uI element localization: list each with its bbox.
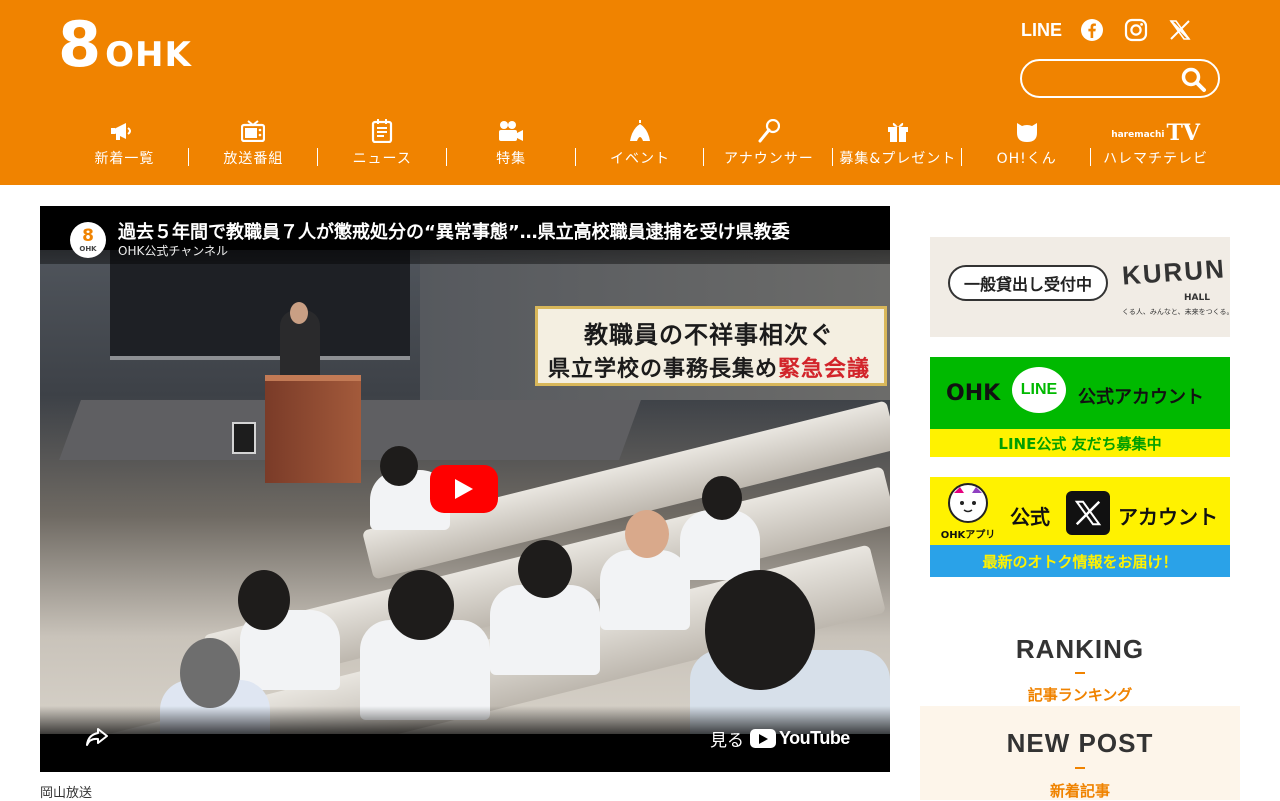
nav-item-programs[interactable]: 放送番組 <box>189 118 318 170</box>
kurun-hall-banner[interactable]: 一般貸出し受付中 KURUN HALL くる人、みんなと、未来をつくる。 <box>930 237 1230 337</box>
nav-label: 特集 <box>496 151 527 167</box>
nav-label: ハレマチテレビ <box>1103 151 1209 167</box>
x-icon[interactable] <box>1166 16 1194 44</box>
gift-icon <box>885 118 911 144</box>
tv-icon <box>240 118 266 144</box>
watch-label: 見る <box>710 731 744 751</box>
youtube-logo: YouTube <box>750 728 850 749</box>
nav-label: アナウンサー <box>724 151 814 167</box>
video-channel-name[interactable]: OHK公式チャンネル <box>118 242 228 259</box>
nav-label: 放送番組 <box>223 151 284 167</box>
nav-item-announcers[interactable]: アナウンサー <box>704 118 834 170</box>
search-input[interactable] <box>1034 67 1184 91</box>
logo-text: OHK <box>105 35 192 75</box>
haremachi-tv-logo: haremachi TV <box>1111 120 1200 146</box>
microphone-icon <box>756 118 782 144</box>
line-icon: LINE <box>1012 367 1066 413</box>
mascot-icon <box>1014 118 1040 144</box>
x-icon <box>1066 491 1110 535</box>
nav-item-presents[interactable]: 募集&プレゼント <box>833 118 963 170</box>
instagram-icon[interactable] <box>1122 16 1150 44</box>
nav-label: イベント <box>610 151 670 167</box>
site-header: 8 OHK LINE 新着一覧 放送番組 ニュース 特集 イベント アナウンサー… <box>0 0 1280 185</box>
ohk-logo[interactable]: 8 OHK <box>58 14 192 76</box>
news-caption: 教職員の不祥事相次ぐ 県立学校の事務長集め緊急会議 <box>535 306 887 386</box>
x-account-banner[interactable]: OHKアプリ 公式 アカウント 最新のオトク情報をお届け！ <box>930 477 1230 577</box>
search-box <box>1020 59 1220 98</box>
ranking-subheading: 記事ランキング <box>1027 686 1133 704</box>
caption-line-2: 県立学校の事務長集め緊急会議 <box>548 357 871 382</box>
tent-icon <box>627 118 653 144</box>
new-post-subheading: 新着記事 <box>1049 782 1110 800</box>
channel-avatar[interactable]: 8 OHK <box>70 222 106 258</box>
youtube-play-icon <box>750 729 776 748</box>
nav-item-news-list[interactable]: 新着一覧 <box>60 118 189 170</box>
ranking-heading: RANKING <box>1015 634 1145 664</box>
new-post-heading: NEW POST <box>1006 728 1154 758</box>
nav-item-news[interactable]: ニュース <box>318 118 447 170</box>
watch-on-youtube[interactable]: 見る YouTube <box>710 726 850 751</box>
nav-label: 募集&プレゼント <box>839 151 957 167</box>
play-button[interactable] <box>430 465 498 513</box>
video-camera-icon <box>498 118 524 144</box>
youtube-embed[interactable]: 教職員の不祥事相次ぐ 県立学校の事務長集め緊急会議 8 OHK 過去５年間で教職… <box>40 206 890 772</box>
mascot-icon <box>948 483 988 523</box>
caption-line-1: 教職員の不祥事相次ぐ <box>584 321 834 349</box>
newspaper-icon <box>369 118 395 144</box>
main-nav: 新着一覧 放送番組 ニュース 特集 イベント アナウンサー 募集&プレゼント O… <box>60 118 1220 170</box>
play-icon <box>455 479 473 499</box>
nav-item-events[interactable]: イベント <box>576 118 705 170</box>
nav-label: 新着一覧 <box>94 151 155 167</box>
ohk-app-icon: OHKアプリ <box>940 483 996 543</box>
megaphone-icon <box>111 118 137 144</box>
nav-item-features[interactable]: 特集 <box>447 118 576 170</box>
share-icon[interactable] <box>84 724 110 750</box>
sidebar: 一般貸出し受付中 KURUN HALL くる人、みんなと、未来をつくる。 OHK… <box>920 206 1240 800</box>
nav-item-haremachi-tv[interactable]: haremachi TV ハレマチテレビ <box>1091 118 1220 170</box>
line-link[interactable]: LINE <box>1021 20 1062 41</box>
nav-label: OH!くん <box>996 151 1057 167</box>
logo-number: 8 <box>58 8 102 81</box>
video-title[interactable]: 過去５年間で教職員７人が懲戒処分の“異常事態”…県立高校職員逮捕を受け県教委 <box>118 218 878 244</box>
line-account-banner[interactable]: OHK LINE 公式アカウント LINE公式 友だち募集中 <box>930 357 1230 457</box>
nav-label: ニュース <box>352 151 412 167</box>
facebook-icon[interactable] <box>1078 16 1106 44</box>
new-post-section: NEW POST 新着記事 <box>920 706 1240 800</box>
nav-item-ohkun[interactable]: OH!くん <box>962 118 1092 170</box>
kurun-logo: KURUN <box>1121 253 1227 291</box>
rental-tag: 一般貸出し受付中 <box>948 265 1108 301</box>
article-source: 岡山放送 <box>40 786 93 801</box>
social-links: LINE <box>1021 16 1194 44</box>
search-icon[interactable] <box>1180 66 1208 94</box>
caption-highlight: 緊急会議 <box>778 357 871 382</box>
